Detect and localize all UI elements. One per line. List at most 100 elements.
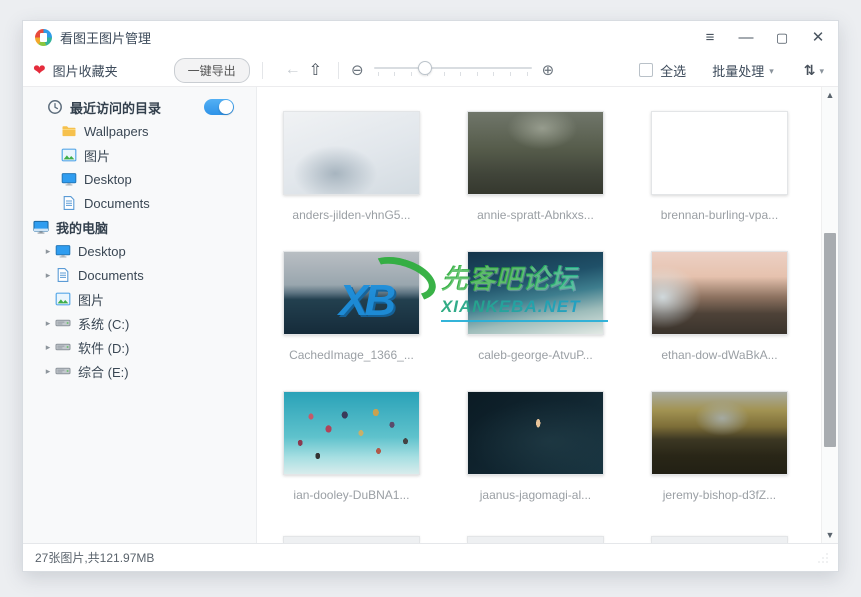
image-item[interactable]: CachedImage_1366_... <box>283 251 420 362</box>
sidebar-item-drive-e[interactable]: ▸ 综合 (E:) <box>23 359 256 383</box>
slider-thumb[interactable] <box>418 61 432 75</box>
image-filename: ian-dooley-DuBNA1... <box>283 488 420 502</box>
back-arrow-icon[interactable]: ← <box>285 61 301 79</box>
image-filename: brennan-burling-vpa... <box>651 208 788 222</box>
image-thumbnail[interactable] <box>651 391 788 475</box>
sidebar-item-pictures-recent[interactable]: 图片 <box>23 143 256 167</box>
image-item[interactable]: annie-spratt-Abnkxs... <box>467 111 604 222</box>
toolbar: ❤ 图片收藏夹 一键导出 ← ⇧ ⊖ ⊕ 全选 批量处理 ▾ ⇅ ▾ <box>23 54 838 87</box>
image-item[interactable]: caleb-george-AtvuP... <box>467 251 604 362</box>
image-item[interactable]: ian-dooley-DuBNA1... <box>283 391 420 502</box>
menu-icon[interactable]: ≡ <box>702 30 718 45</box>
image-thumbnail[interactable] <box>651 111 788 195</box>
image-thumbnail[interactable] <box>467 391 604 475</box>
image-item[interactable]: ethan-dow-dWaBkA... <box>651 251 788 362</box>
favorites-label[interactable]: 图片收藏夹 <box>53 61 118 80</box>
select-all-label[interactable]: 全选 <box>660 61 686 80</box>
expand-arrow-icon[interactable]: ▸ <box>41 366 55 377</box>
image-thumbnail[interactable] <box>467 111 604 195</box>
resize-grip[interactable] <box>818 553 828 563</box>
sidebar-item-drive-d[interactable]: ▸ 软件 (D:) <box>23 335 256 359</box>
image-item[interactable]: brennan-burling-vpa... <box>651 111 788 222</box>
export-button[interactable]: 一键导出 <box>174 58 250 83</box>
image-thumbnail[interactable] <box>651 251 788 335</box>
sort-order-icon[interactable]: ⇅ <box>804 62 815 79</box>
scrollbar-thumb[interactable] <box>824 233 836 447</box>
image-filename: annie-spratt-Abnkxs... <box>467 208 604 222</box>
image-thumbnail[interactable] <box>283 251 420 335</box>
minimize-icon[interactable]: — <box>738 30 754 45</box>
clock-icon <box>47 99 63 115</box>
sidebar-item-documents-recent[interactable]: Documents <box>23 191 256 215</box>
batch-process-dropdown[interactable]: 批量处理 <box>712 61 764 80</box>
app-logo-icon <box>35 29 52 46</box>
chevron-down-icon[interactable]: ▾ <box>819 66 824 77</box>
image-thumbnail[interactable] <box>467 251 604 335</box>
chevron-down-icon[interactable]: ▾ <box>769 66 774 77</box>
monitor-icon <box>61 171 77 187</box>
document-icon <box>55 267 71 283</box>
drive-icon <box>55 339 71 355</box>
close-icon[interactable]: ✕ <box>810 30 826 45</box>
picture-icon <box>55 291 71 307</box>
sidebar-item-label: 最近访问的目录 <box>70 98 161 117</box>
expand-arrow-icon[interactable]: ▸ <box>41 246 55 257</box>
select-all-checkbox[interactable] <box>639 63 653 77</box>
image-item[interactable]: jeremy-bishop-d3fZ... <box>651 391 788 502</box>
scroll-up-icon[interactable]: ▲ <box>822 87 838 103</box>
image-filename: ethan-dow-dWaBkA... <box>651 348 788 362</box>
sidebar-item-desktop-recent[interactable]: Desktop <box>23 167 256 191</box>
scroll-down-icon[interactable]: ▼ <box>822 527 838 543</box>
sidebar-item-label: 综合 (E:) <box>78 362 129 381</box>
zoom-out-icon[interactable]: ⊖ <box>351 61 364 79</box>
folder-icon <box>61 123 77 139</box>
title-bar: 看图王图片管理 ≡ — ▢ ✕ <box>23 21 838 54</box>
zoom-slider[interactable] <box>374 60 532 80</box>
image-item[interactable]: anders-jilden-vhnG5... <box>283 111 420 222</box>
sidebar-item-pictures[interactable]: 图片 <box>23 287 256 311</box>
toolbar-separator <box>338 62 339 79</box>
image-thumbnail[interactable] <box>283 536 420 543</box>
image-filename: jeremy-bishop-d3fZ... <box>651 488 788 502</box>
status-bar: 27张图片,共121.97MB <box>23 543 838 571</box>
expand-arrow-icon[interactable]: ▸ <box>41 342 55 353</box>
thumbnail-grid: anders-jilden-vhnG5... annie-spratt-Abnk… <box>257 87 821 543</box>
sidebar-item-label: Documents <box>84 196 150 211</box>
image-item[interactable]: jaanus-jagomagi-al... <box>467 391 604 502</box>
monitor-icon <box>55 243 71 259</box>
sidebar-item-label: Desktop <box>84 172 132 187</box>
image-thumbnail[interactable] <box>283 111 420 195</box>
image-thumbnail[interactable] <box>283 391 420 475</box>
expand-arrow-icon[interactable]: ▸ <box>41 270 55 281</box>
sidebar-item-label: 软件 (D:) <box>78 338 129 357</box>
sidebar-item-drive-c[interactable]: ▸ 系统 (C:) <box>23 311 256 335</box>
sidebar-item-documents[interactable]: ▸ Documents <box>23 263 256 287</box>
image-filename: caleb-george-AtvuP... <box>467 348 604 362</box>
image-thumbnail[interactable] <box>467 536 604 543</box>
sidebar-item-label: 我的电脑 <box>56 218 108 237</box>
zoom-in-icon[interactable]: ⊕ <box>542 61 555 79</box>
up-home-icon[interactable]: ⇧ <box>309 60 322 80</box>
sidebar-item-recent-dirs[interactable]: 最近访问的目录 <box>23 95 256 119</box>
vertical-scrollbar[interactable]: ▲ ▼ <box>821 87 838 543</box>
image-thumbnail[interactable] <box>651 536 788 543</box>
status-text: 27张图片,共121.97MB <box>35 549 154 566</box>
expand-arrow-icon[interactable]: ▸ <box>41 318 55 329</box>
picture-icon <box>61 147 77 163</box>
recent-dirs-toggle[interactable] <box>204 99 234 115</box>
sidebar-item-desktop[interactable]: ▸ Desktop <box>23 239 256 263</box>
slider-track <box>374 67 532 69</box>
image-filename: jaanus-jagomagi-al... <box>467 488 604 502</box>
maximize-icon[interactable]: ▢ <box>774 31 790 44</box>
sidebar-item-label: Wallpapers <box>84 124 149 139</box>
slider-ticks <box>378 72 528 76</box>
heart-icon: ❤ <box>33 61 46 79</box>
sidebar-item-label: Desktop <box>78 244 126 259</box>
drive-icon <box>55 315 71 331</box>
sidebar-item-label: Documents <box>78 268 144 283</box>
sidebar-item-label: 图片 <box>78 290 104 309</box>
app-window: 看图王图片管理 ≡ — ▢ ✕ ❤ 图片收藏夹 一键导出 ← ⇧ ⊖ ⊕ 全选 … <box>22 20 839 572</box>
sidebar-item-label: 图片 <box>84 146 110 165</box>
sidebar-item-wallpapers[interactable]: Wallpapers <box>23 119 256 143</box>
sidebar-item-my-computer[interactable]: 我的电脑 <box>23 215 256 239</box>
